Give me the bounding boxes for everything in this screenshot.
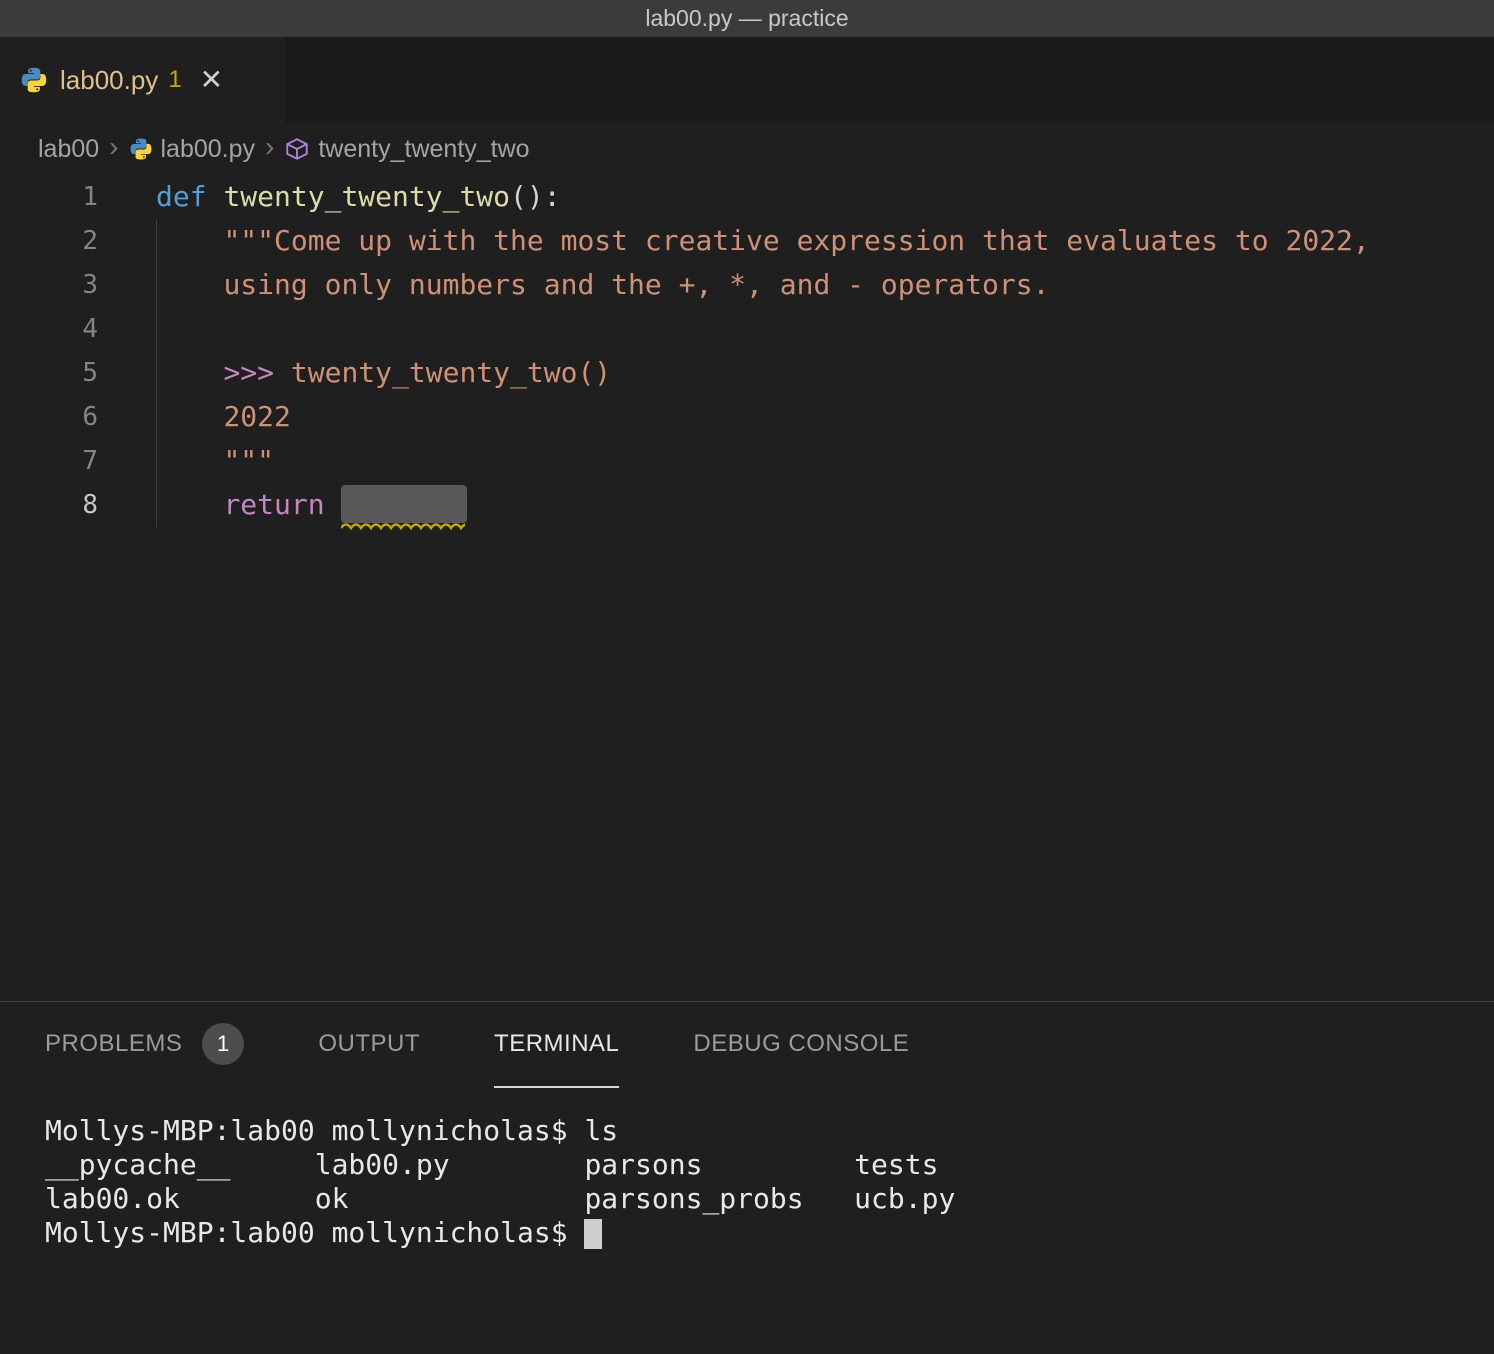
indent-guide <box>156 395 157 439</box>
problems-count-badge: 1 <box>202 1023 244 1065</box>
code-text: 2022 <box>98 395 291 439</box>
indent-guide <box>156 307 157 351</box>
panel-tab-label: DEBUG CONSOLE <box>693 1030 909 1058</box>
code-token <box>156 268 223 301</box>
tab-filename: lab00.py <box>60 65 158 96</box>
python-icon <box>20 66 48 94</box>
code-token: (): <box>510 180 561 213</box>
code-text: """Come up with the most creative expres… <box>98 219 1370 263</box>
code-token <box>207 180 224 213</box>
indent-guide <box>156 263 157 307</box>
code-text: return ______ <box>98 483 467 527</box>
line-number: 1 <box>0 175 98 219</box>
warning-squiggle-icon <box>341 522 465 531</box>
line-number: 8 <box>0 483 98 527</box>
code-line[interactable]: 4 <box>0 307 1494 351</box>
terminal-line: Mollys-MBP:lab00 mollynicholas$ <box>45 1216 1494 1250</box>
code-token <box>156 444 223 477</box>
code-token: >>> <box>223 356 274 389</box>
return-blank-selection[interactable]: ______ <box>341 485 466 523</box>
code-token <box>274 356 291 389</box>
code-token <box>325 488 342 521</box>
line-number: 3 <box>0 263 98 307</box>
line-number: 7 <box>0 439 98 483</box>
code-line[interactable]: 6 2022 <box>0 395 1494 439</box>
line-number: 4 <box>0 307 98 351</box>
code-token: def <box>156 180 207 213</box>
chevron-right-icon: › <box>265 133 274 165</box>
tab-lab00py[interactable]: lab00.py 1 ✕ <box>0 37 287 123</box>
python-icon <box>129 137 153 161</box>
window-title: lab00.py — practice <box>645 5 848 32</box>
indent-guide <box>156 351 157 395</box>
code-token <box>156 356 223 389</box>
bottom-panel: PROBLEMS 1 OUTPUT TERMINAL DEBUG CONSOLE… <box>0 1001 1494 1354</box>
tab-problem-count: 1 <box>168 66 181 94</box>
indent-guide <box>156 219 157 263</box>
panel-tab-terminal[interactable]: TERMINAL <box>494 1002 619 1088</box>
code-token: 2022 <box>223 400 290 433</box>
code-token <box>156 400 223 433</box>
code-token: twenty_twenty_two <box>223 180 510 213</box>
line-number: 5 <box>0 351 98 395</box>
chevron-right-icon: › <box>109 133 118 165</box>
code-line[interactable]: 2 """Come up with the most creative expr… <box>0 219 1494 263</box>
symbol-module-icon <box>284 136 310 162</box>
breadcrumb-folder[interactable]: lab00 <box>38 135 99 164</box>
line-number: 6 <box>0 395 98 439</box>
code-line[interactable]: 3 using only numbers and the +, *, and -… <box>0 263 1494 307</box>
indent-guide <box>156 439 157 483</box>
code-line[interactable]: 8 return ______ <box>0 483 1494 527</box>
code-text <box>98 307 156 351</box>
terminal-line: Mollys-MBP:lab00 mollynicholas$ ls <box>45 1114 1494 1148</box>
terminal-cursor <box>584 1219 602 1249</box>
code-token: using only numbers and the +, *, and - o… <box>223 268 1049 301</box>
code-line[interactable]: 5 >>> twenty_twenty_two() <box>0 351 1494 395</box>
panel-tab-label: OUTPUT <box>318 1030 420 1058</box>
terminal-content[interactable]: Mollys-MBP:lab00 mollynicholas$ ls__pyca… <box>0 1088 1494 1250</box>
editor[interactable]: 1def twenty_twenty_two():2 """Come up wi… <box>0 175 1494 1001</box>
tab-bar: lab00.py 1 ✕ <box>0 37 1494 123</box>
code-token: """ <box>223 444 274 477</box>
code-token <box>156 224 223 257</box>
code-token: twenty_twenty_two() <box>291 356 611 389</box>
code-line[interactable]: 1def twenty_twenty_two(): <box>0 175 1494 219</box>
indent-guide <box>156 483 157 527</box>
terminal-line: __pycache__ lab00.py parsons tests <box>45 1148 1494 1182</box>
panel-tab-debug-console[interactable]: DEBUG CONSOLE <box>693 1002 909 1088</box>
breadcrumb-file[interactable]: lab00.py <box>161 135 256 164</box>
panel-tab-bar: PROBLEMS 1 OUTPUT TERMINAL DEBUG CONSOLE <box>0 1002 1494 1088</box>
line-number: 2 <box>0 219 98 263</box>
code-token: return <box>223 488 324 521</box>
code-line[interactable]: 7 """ <box>0 439 1494 483</box>
breadcrumb: lab00 › lab00.py › twenty_twenty_two <box>0 123 1494 175</box>
terminal-line: lab00.ok ok parsons_probs ucb.py <box>45 1182 1494 1216</box>
panel-tab-label: TERMINAL <box>494 1030 619 1058</box>
panel-tab-problems[interactable]: PROBLEMS 1 <box>45 1002 244 1088</box>
code-token <box>156 488 223 521</box>
code-text: def twenty_twenty_two(): <box>98 175 561 219</box>
panel-tab-output[interactable]: OUTPUT <box>318 1002 420 1088</box>
panel-tab-label: PROBLEMS <box>45 1030 182 1058</box>
breadcrumb-symbol[interactable]: twenty_twenty_two <box>318 135 529 164</box>
close-icon[interactable]: ✕ <box>200 66 223 94</box>
code-text: using only numbers and the +, *, and - o… <box>98 263 1049 307</box>
code-text: """ <box>98 439 274 483</box>
code-text: >>> twenty_twenty_two() <box>98 351 611 395</box>
code-token: """Come up with the most creative expres… <box>223 224 1369 257</box>
title-bar: lab00.py — practice <box>0 0 1494 37</box>
